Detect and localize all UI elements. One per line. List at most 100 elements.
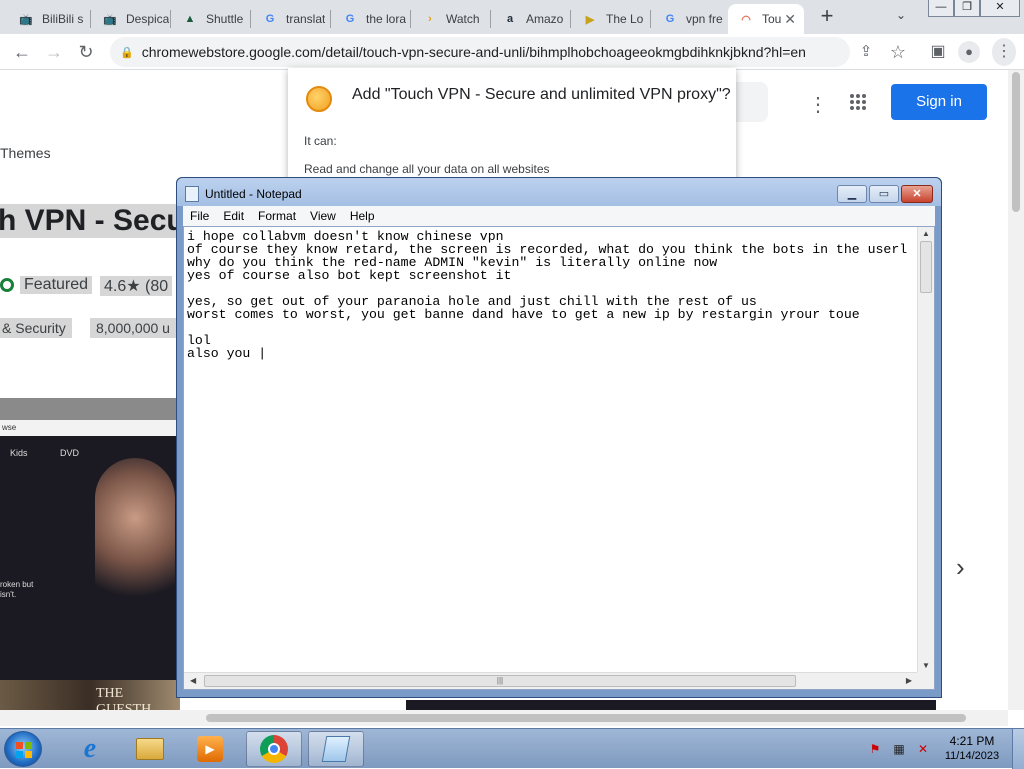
tab-separator [90,10,91,28]
tab-separator [250,10,251,28]
menu-file[interactable]: File [183,209,216,223]
extension-screenshot[interactable]: wse Kids DVD roken but isn't. THE GUESTH [0,398,180,710]
page-horizontal-scrollbar[interactable] [0,710,1008,726]
featured-badge: Featured [0,276,93,294]
page-vertical-scrollbar[interactable] [1008,70,1024,710]
minimize-button[interactable]: ▁ [837,185,867,203]
forward-arrow-icon[interactable]: → [44,42,64,62]
tab-separator [330,10,331,28]
tab-0[interactable]: 📺 BiliBili s [8,4,88,34]
close-button[interactable]: ✕ [901,185,933,203]
kebab-menu-icon[interactable]: ⋮ [992,38,1016,66]
window-minimize-button[interactable]: — [928,0,954,17]
tab-4[interactable]: Gthe lora [332,4,410,34]
scroll-thumb[interactable] [1012,72,1020,212]
menu-help[interactable]: Help [343,209,382,223]
clock-date[interactable]: 11/14/2023 [940,750,1004,762]
google-icon: G [665,13,675,25]
film-icon: ▶ [585,13,595,26]
tab-5[interactable]: › Watch [412,4,490,34]
notepad-vertical-scrollbar[interactable]: ▲ ▼ [917,227,934,672]
tab-6[interactable]: a Amazo [492,4,570,34]
notepad-app-icon[interactable] [185,186,199,202]
tab-7[interactable]: ▶ The Lo [572,4,650,34]
window-close-button[interactable]: ✕ [980,0,1020,17]
tab-search-icon[interactable]: ⌄ [896,8,906,22]
show-desktop-button[interactable] [1012,729,1024,769]
shuttle-icon: ▲ [184,13,196,25]
clock-time[interactable]: 4:21 PM [940,734,1004,748]
google-apps-icon[interactable] [850,94,866,110]
scroll-thumb[interactable]: ||| [204,675,796,687]
scroll-up-icon[interactable]: ▲ [922,229,930,238]
google-icon: G [345,13,355,25]
menu-view[interactable]: View [303,209,343,223]
windows-explorer-icon[interactable] [122,731,178,767]
window-maximize-button[interactable]: ❐ [954,0,980,17]
certified-icon [0,278,14,292]
maximize-button[interactable]: ▭ [869,185,899,203]
taskbar: e ▶ ⚑ ▦ ✕ 4:21 PM 11/14/2023 [0,728,1024,769]
screenshot-poster-image [95,458,175,608]
network-icon[interactable]: ▦ [892,742,906,756]
user-count: 8,000,000 u [90,318,176,338]
screenshot-nav-dvd: DVD [60,448,80,458]
scroll-right-icon[interactable]: ▶ [906,676,912,685]
tab-3[interactable]: Gtranslat [252,4,330,34]
side-panel-icon[interactable]: ▣ [928,42,948,62]
back-arrow-icon[interactable]: ← [12,42,32,62]
tab-label: Tou [762,12,782,26]
sign-in-button[interactable]: Sign in [891,84,987,120]
notepad-window[interactable]: Untitled - Notepad ▁ ▭ ✕ File Edit Forma… [176,177,942,698]
tab-8[interactable]: Gvpn fre [652,4,730,34]
address-bar[interactable]: 🔒 chromewebstore.google.com/detail/touch… [110,37,850,67]
page-more-icon[interactable]: ⋮ [808,92,828,117]
lock-icon[interactable]: 🔒 [120,46,134,59]
dialog-title: Add "Touch VPN - Secure and unlimited VP… [352,86,731,103]
media-player-icon[interactable]: ▶ [182,731,238,767]
profile-icon[interactable]: ● [958,41,980,63]
scroll-thumb[interactable] [206,714,966,722]
search-box-edge[interactable] [736,82,768,122]
tab-9[interactable]: ◠ Tou ✕ [728,4,804,34]
volume-muted-icon[interactable]: ✕ [916,742,930,756]
url-text[interactable]: chromewebstore.google.com/detail/touch-v… [142,44,806,60]
star-icon[interactable]: ☆ [888,42,908,62]
action-center-icon[interactable]: ⚑ [868,742,882,756]
carousel-next-icon[interactable]: › [956,552,965,583]
bilibili-icon: 📺 [19,13,33,26]
scroll-left-icon[interactable]: ◀ [190,676,196,685]
featured-label: Featured [20,276,93,294]
new-tab-button[interactable]: + [816,5,838,28]
tab-1[interactable]: 📺 Despica [92,4,170,34]
tab-label: The Lo [606,12,644,26]
notepad-menubar: File Edit Format View Help [183,206,935,226]
reload-icon[interactable]: ↻ [76,42,96,62]
start-button[interactable] [4,731,42,767]
notepad-titlebar[interactable]: Untitled - Notepad ▁ ▭ ✕ [177,178,941,206]
tab-label: BiliBili s [42,12,84,26]
rating[interactable]: 4.6★ (80 [100,276,173,296]
tab-close-icon[interactable]: ✕ [784,11,796,28]
themes-link[interactable]: Themes [0,145,51,161]
scroll-down-icon[interactable]: ▼ [922,661,930,670]
share-icon[interactable]: ⇪ [856,42,876,62]
menu-format[interactable]: Format [251,209,303,223]
tab-strip: 📺 BiliBili s 📺 Despica ▲ Shuttle Gtranslat Gthe… [0,0,1024,34]
windows-flag-icon [16,742,32,758]
menu-edit[interactable]: Edit [216,209,251,223]
notepad-edit-area[interactable]: i hope collabvm doesn't know chinese vpn… [183,226,935,690]
tab-label: Despica [126,12,170,26]
notepad-text[interactable]: i hope collabvm doesn't know chinese vpn… [187,230,915,664]
notepad-icon[interactable] [308,731,364,767]
notepad-horizontal-scrollbar[interactable]: ◀ ||| ▶ [184,672,918,689]
size-grip[interactable] [917,672,934,689]
category-chip[interactable]: & Security [0,318,72,338]
page-dark-band [406,700,936,710]
bilibili-icon: 📺 [103,13,117,26]
tab-label: translat [286,12,326,26]
internet-explorer-icon[interactable]: e [62,731,118,767]
chrome-icon[interactable] [246,731,302,767]
tab-2[interactable]: ▲ Shuttle [172,4,250,34]
scroll-thumb[interactable] [920,241,932,293]
